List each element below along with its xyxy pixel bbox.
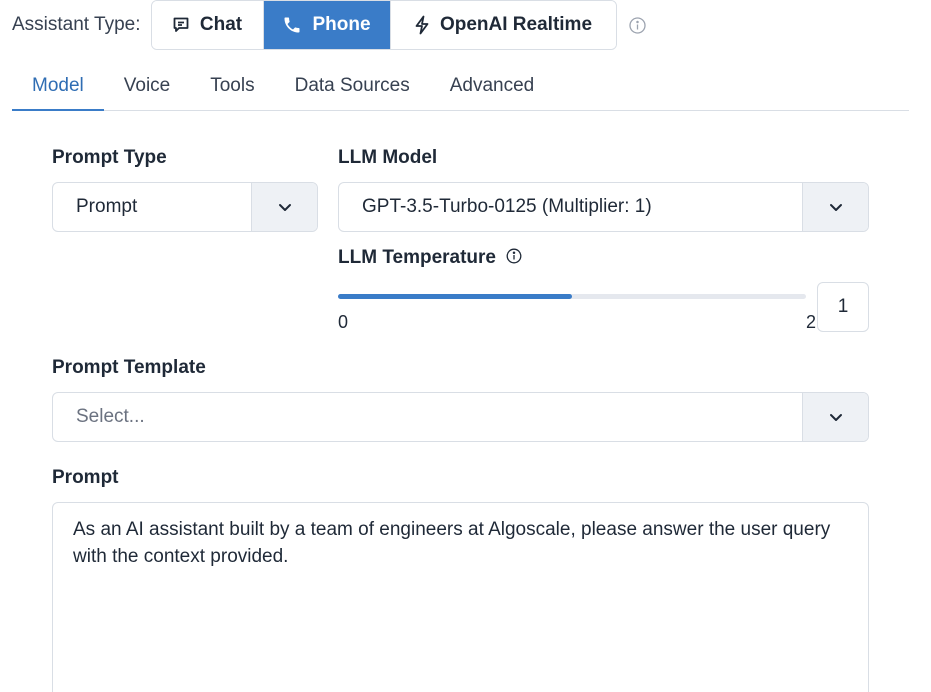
llm-model-label: LLM Model — [338, 147, 438, 168]
assistant-type-selector: Chat Phone OpenAI Realtime — [150, 0, 617, 50]
assistant-settings-panel: Assistant Type: Chat Phone OpenAI Realti… — [0, 0, 931, 692]
assistant-type-label: Assistant Type: — [12, 14, 141, 35]
tab-model[interactable]: Model — [12, 62, 104, 111]
chat-bubble-icon — [172, 16, 190, 34]
tab-tools[interactable]: Tools — [190, 62, 274, 110]
prompt-label: Prompt — [52, 467, 119, 488]
phone-icon — [282, 15, 302, 35]
temperature-min-label: 0 — [338, 312, 349, 332]
llm-model-value: GPT-3.5-Turbo-0125 (Multiplier: 1) — [362, 196, 652, 217]
prompt-type-label: Prompt Type — [52, 147, 167, 168]
assistant-type-openai-realtime-label: OpenAI Realtime — [439, 14, 593, 35]
prompt-type-value: Prompt — [76, 196, 138, 217]
tab-voice[interactable]: Voice — [104, 62, 190, 110]
chevron-down-icon[interactable] — [802, 183, 868, 231]
lightning-icon — [414, 15, 430, 35]
llm-model-select[interactable]: GPT-3.5-Turbo-0125 (Multiplier: 1) — [338, 182, 869, 232]
prompt-template-placeholder: Select... — [76, 406, 145, 427]
assistant-type-chat-label: Chat — [199, 14, 243, 35]
chevron-down-icon[interactable] — [251, 183, 317, 231]
temperature-max-label: 2 — [806, 312, 817, 332]
info-icon[interactable] — [628, 16, 646, 34]
info-icon[interactable] — [506, 248, 522, 264]
assistant-type-chat-button[interactable]: Chat — [151, 1, 264, 49]
llm-temperature-heading: LLM Temperature — [338, 247, 522, 269]
temperature-input[interactable]: 1 — [817, 282, 869, 332]
tab-data-sources[interactable]: Data Sources — [275, 62, 430, 110]
temperature-slider-fill — [338, 294, 572, 299]
chevron-down-icon[interactable] — [802, 393, 868, 441]
assistant-type-row: Assistant Type: Chat Phone OpenAI Realti… — [12, 0, 646, 50]
llm-temperature-label: LLM Temperature — [338, 247, 497, 268]
assistant-type-phone-button[interactable]: Phone — [263, 1, 391, 49]
assistant-type-phone-label: Phone — [312, 14, 371, 35]
prompt-template-label: Prompt Template — [52, 357, 206, 378]
settings-tabs: Model Voice Tools Data Sources Advanced — [12, 62, 909, 111]
prompt-type-select[interactable]: Prompt — [52, 182, 318, 232]
prompt-template-select[interactable]: Select... — [52, 392, 869, 442]
assistant-type-openai-realtime-button[interactable]: OpenAI Realtime — [390, 1, 616, 49]
tab-advanced[interactable]: Advanced — [430, 62, 555, 110]
prompt-textarea[interactable]: As an AI assistant built by a team of en… — [52, 502, 869, 692]
temperature-slider[interactable] — [338, 294, 806, 299]
